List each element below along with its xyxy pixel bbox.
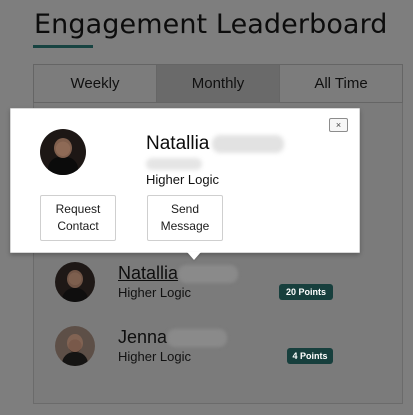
member-organization: Higher Logic bbox=[118, 285, 191, 300]
close-button[interactable]: × bbox=[329, 118, 348, 132]
member-first-name: Natallia bbox=[118, 263, 179, 283]
popover-pointer bbox=[187, 252, 201, 260]
engagement-leaderboard-page: Engagement Leaderboard Weekly Monthly Al… bbox=[0, 0, 413, 415]
tab-weekly[interactable]: Weekly bbox=[34, 65, 157, 102]
popover-first-name: Natallia bbox=[146, 133, 210, 154]
send-message-line-1: Send bbox=[170, 202, 200, 216]
redacted-member-title bbox=[146, 158, 202, 170]
avatar[interactable] bbox=[55, 326, 95, 366]
redacted-last-name bbox=[212, 134, 285, 153]
avatar[interactable] bbox=[55, 262, 95, 302]
redacted-last-name bbox=[167, 329, 228, 348]
page-title: Engagement Leaderboard bbox=[34, 9, 388, 40]
request-contact-line-1: Request bbox=[55, 202, 101, 216]
leaderboard-tabs: Weekly Monthly All Time bbox=[33, 64, 403, 103]
member-first-name: Jenna bbox=[118, 327, 168, 347]
title-underline bbox=[33, 45, 93, 48]
send-message-line-2: Message bbox=[160, 219, 210, 233]
points-badge: 4 Points bbox=[287, 348, 333, 364]
points-badge: 20 Points bbox=[279, 284, 333, 300]
send-message-button[interactable]: Send Message bbox=[147, 195, 223, 241]
request-contact-line-2: Contact bbox=[57, 219, 99, 233]
tab-monthly[interactable]: Monthly bbox=[157, 65, 280, 102]
member-organization: Higher Logic bbox=[118, 349, 191, 364]
profile-popover: × Natallia Higher Logic Request Contact … bbox=[10, 108, 360, 260]
member-name[interactable]: Jenna bbox=[118, 326, 228, 348]
popover-organization: Higher Logic bbox=[146, 172, 219, 187]
tab-all-time[interactable]: All Time bbox=[280, 65, 402, 102]
request-contact-button[interactable]: Request Contact bbox=[40, 195, 116, 241]
leaderboard-row: Natallia Higher Logic 20 Points bbox=[54, 262, 344, 304]
popover-avatar bbox=[40, 129, 86, 175]
leaderboard-row: Jenna Higher Logic 4 Points bbox=[54, 326, 344, 368]
popover-member-name: Natallia bbox=[146, 132, 285, 156]
member-name-link[interactable]: Natallia bbox=[118, 262, 239, 284]
redacted-last-name bbox=[178, 265, 239, 284]
